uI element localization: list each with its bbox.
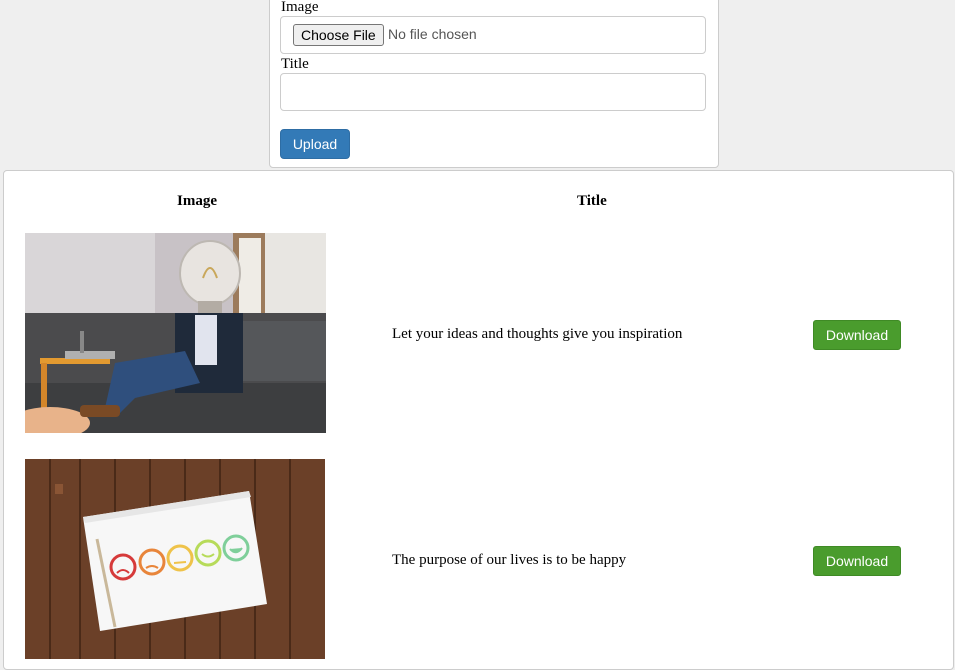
row-title-2: The purpose of our lives is to be happy <box>392 552 627 568</box>
download-button-2[interactable]: Download <box>813 546 901 576</box>
upload-button[interactable]: Upload <box>280 129 350 159</box>
choose-file-button[interactable]: Choose File <box>293 24 384 46</box>
title-input[interactable] <box>280 73 706 111</box>
column-header-title: Title <box>577 193 607 209</box>
column-header-image: Image <box>177 193 217 209</box>
download-button-1[interactable]: Download <box>813 320 901 350</box>
image-label: Image <box>281 0 319 15</box>
row-image-lightbulb <box>25 233 326 433</box>
row-image-smileys <box>25 459 325 659</box>
title-label: Title <box>281 56 309 72</box>
file-input[interactable]: Choose File No file chosen <box>280 16 706 54</box>
upload-form-panel: Image Choose File No file chosen Title U… <box>269 0 719 168</box>
file-status-text: No file chosen <box>388 26 477 42</box>
images-table: Image Title Let your ideas and thoughts … <box>3 170 954 670</box>
row-title-1: Let your ideas and thoughts give you ins… <box>392 326 683 342</box>
